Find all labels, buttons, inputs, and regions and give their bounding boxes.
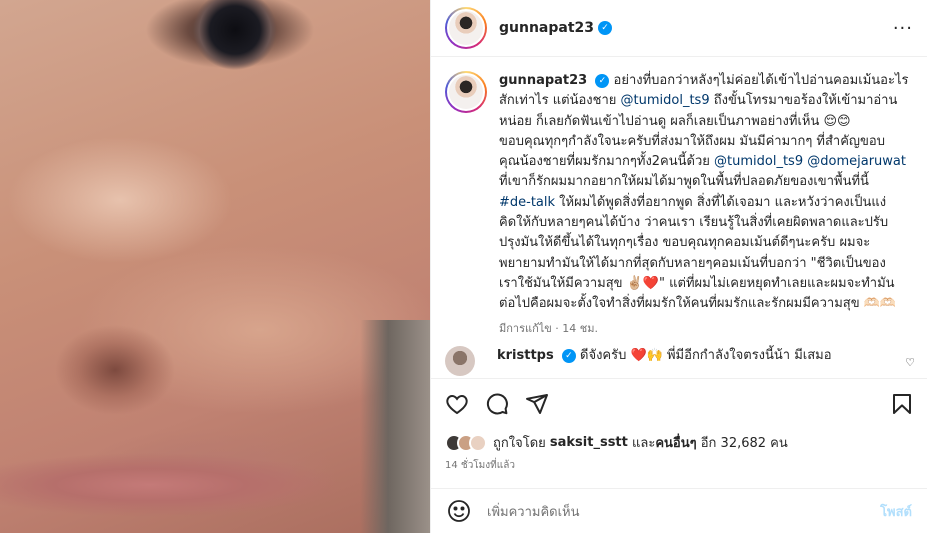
- likes-others-link[interactable]: คนอื่นๆ: [655, 432, 696, 453]
- caption-line: สักเท่าไร แต่น้องชาย @tumidol_ts9 ถึงขั้…: [499, 93, 898, 109]
- mention-link[interactable]: #de-talk: [499, 195, 555, 210]
- commenter-username[interactable]: kristtps: [497, 348, 554, 363]
- author-avatar[interactable]: [445, 7, 487, 49]
- caption-line: ต่อไปคือผมจะตั้งใจทำสิ่งที่ผมรักให้คนที่…: [499, 296, 897, 312]
- mention-link[interactable]: @domejaruwat: [807, 154, 906, 169]
- likes-prefix: ถูกใจโดย: [493, 436, 546, 451]
- likes-summary: ถูกใจโดย saksit_sstt และ คนอื่นๆ อีก 32,…: [445, 432, 788, 453]
- commenter-avatar[interactable]: [445, 346, 475, 376]
- likes-middle: และ: [632, 436, 656, 451]
- caption-line: หน่อย ก็เลยกัดฟันเข้าไปอ่านดู ผลก็เลยเป็…: [499, 113, 851, 129]
- caption-avatar[interactable]: [445, 71, 487, 113]
- comment-text: ดีจังครับ ❤️🙌 พี่มีอีกกำลังใจตรงนี้น้า ม…: [580, 348, 832, 363]
- caption-line: ขอบคุณทุกๆกำลังใจนะครับที่ส่งมาให้ถึงผม …: [499, 133, 885, 149]
- caption-line: พยายามทำมันให้ได้มากที่สุดกับหลายๆคอมเม้…: [499, 255, 886, 271]
- action-bar: [431, 378, 927, 428]
- photo-nose: [35, 300, 195, 430]
- caption-line: คิดให้กับหลายๆคนได้บ้าง ว่าคนเรา เรียนรู…: [499, 215, 889, 231]
- add-comment-bar: เพิ่มความคิดเห็น โพสต์: [431, 488, 927, 533]
- caption-line: คุณน้องชายที่ผมรักมากๆทั้ง2คนนี้ด้วย @tu…: [499, 154, 906, 170]
- emoji-icon[interactable]: [447, 499, 471, 523]
- liker-avatars[interactable]: [445, 433, 487, 452]
- author-username[interactable]: gunnapat23: [499, 20, 594, 36]
- caption-line: เราใช้มันให้มีความสุข ✌🏼❤️" แต่ที่ผมไม่เ…: [499, 275, 895, 291]
- verified-icon: ✓: [561, 348, 576, 363]
- post-timestamp[interactable]: 14 ชั่วโมงที่แล้ว: [445, 458, 515, 473]
- comment-input[interactable]: เพิ่มความคิดเห็น: [487, 501, 880, 522]
- photo-hair: [360, 320, 430, 533]
- likes-count: อีก 32,682 คน: [700, 436, 788, 451]
- post-photo[interactable]: [0, 0, 430, 533]
- caption-line: #de-talk ให้ผมได้พูดสิ่งที่อยากพูด สิ่งท…: [499, 194, 887, 210]
- caption-meta: มีการแก้ไข · 14 ชม.: [499, 321, 598, 335]
- caption-username[interactable]: gunnapat23: [499, 73, 587, 88]
- caption-line: ที่เขาก็รักผมมากอยากให้ผมได้มาพูดในพื้นท…: [499, 174, 869, 190]
- post-header: gunnapat23 ✓ ···: [431, 0, 927, 57]
- verified-icon: ✓: [598, 21, 613, 35]
- verified-icon: ✓: [595, 73, 610, 88]
- caption-text: gunnapat23 ✓ อย่างที่บอกว่าหลังๆไม่ค่อยไ…: [499, 71, 909, 315]
- mention-link[interactable]: @tumidol_ts9: [621, 93, 710, 108]
- caption-section: gunnapat23 ✓ อย่างที่บอกว่าหลังๆไม่ค่อยไ…: [431, 57, 927, 375]
- liker-username[interactable]: saksit_sstt: [550, 435, 628, 450]
- bookmark-icon[interactable]: [890, 392, 914, 416]
- more-icon[interactable]: ···: [893, 18, 913, 39]
- photo-eye: [165, 0, 315, 80]
- caption-line: ปรุงมันให้ดีขึ้นได้ในทุกๆเรื่อง ขอบคุณทุ…: [499, 235, 871, 251]
- mention-link[interactable]: @tumidol_ts9: [714, 154, 803, 169]
- post-panel: gunnapat23 ✓ ··· gunnapat23 ✓ อย่างที่บอ…: [430, 0, 927, 533]
- post-comment-button[interactable]: โพสต์: [880, 501, 912, 522]
- comment-item: kristtps ✓ ดีจังครับ ❤️🙌 พี่มีอีกกำลังใจ…: [445, 346, 915, 376]
- share-icon[interactable]: [525, 392, 549, 416]
- comment-like-heart-icon[interactable]: ♡: [905, 356, 915, 369]
- caption-line: อย่างที่บอกว่าหลังๆไม่ค่อยได้เข้าไปอ่านค…: [613, 73, 909, 88]
- heart-icon[interactable]: [445, 392, 469, 416]
- comment-icon[interactable]: [485, 392, 509, 416]
